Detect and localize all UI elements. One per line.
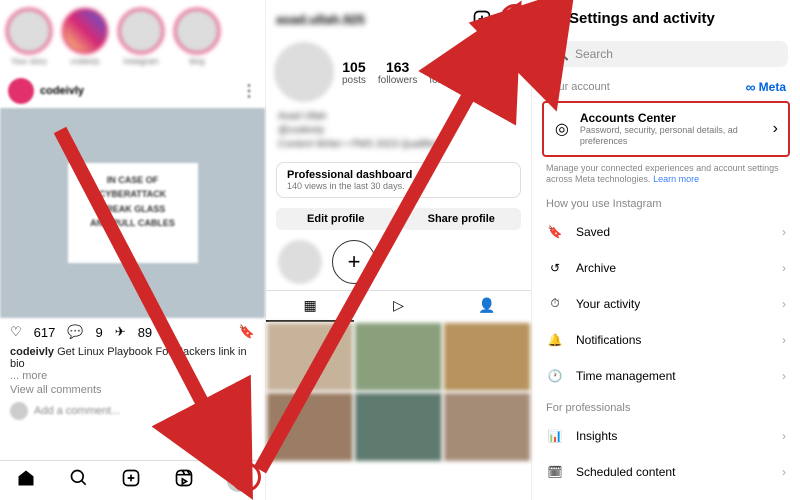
grid-tab-icon[interactable]: ▦ [266, 291, 354, 322]
avatar-small [10, 402, 28, 420]
post-more-icon[interactable]: ⋮ [241, 81, 257, 101]
section-professionals: For professionals [546, 402, 630, 414]
post-thumbnail[interactable] [266, 322, 354, 392]
saved-row[interactable]: 🔖Saved› [532, 214, 800, 250]
post-header: codeivly ⋮ [0, 74, 265, 108]
archive-icon: ↺ [546, 259, 564, 277]
chevron-right-icon: › [782, 333, 786, 347]
settings-panel: ← Settings and activity 🔍 Search Your ac… [532, 0, 800, 500]
calendar-icon: 🗓 [546, 463, 564, 481]
back-icon[interactable]: ← [544, 10, 559, 27]
add-comment-row[interactable]: Add a comment... [0, 398, 265, 424]
highlights-tray: + [266, 234, 531, 290]
meta-logo: ∞Meta [746, 79, 786, 95]
activity-row[interactable]: ⏱Your activity› [532, 286, 800, 322]
reels-tab-icon[interactable]: ▷ [354, 291, 442, 322]
chevron-right-icon: › [782, 429, 786, 443]
annotation-circle-profile [231, 462, 261, 492]
comment-count: 9 [96, 325, 103, 340]
bookmark-icon: 🔖 [546, 223, 564, 241]
post-thumbnail[interactable] [266, 392, 354, 462]
insights-row[interactable]: 📊Insights› [532, 418, 800, 454]
share-icon[interactable]: ✈ [115, 324, 126, 340]
bookmark-icon[interactable]: 🔖 [239, 324, 255, 340]
person-circle-icon: ◎ [554, 120, 570, 138]
post-thumbnail[interactable] [354, 392, 442, 462]
story-item[interactable]: Your story [6, 8, 52, 66]
stories-tray: Your story codeivly instagram bing [0, 0, 265, 74]
caption-more[interactable]: ... more [10, 370, 255, 382]
profile-grid-tabs: ▦ ▷ 👤 [266, 290, 531, 322]
search-icon: 🔍 [554, 47, 569, 61]
post-thumbnail[interactable] [443, 322, 531, 392]
highlight-item[interactable] [278, 240, 322, 284]
post-thumbnail[interactable] [354, 322, 442, 392]
feed-panel: Your story codeivly instagram bing codei… [0, 0, 266, 500]
archive-row[interactable]: ↺Archive› [532, 250, 800, 286]
chevron-right-icon: › [782, 369, 786, 383]
post-username[interactable]: codeivly [40, 85, 84, 97]
home-tab-icon[interactable] [16, 468, 36, 493]
annotation-circle-menu [500, 4, 530, 34]
settings-search[interactable]: 🔍 Search [544, 41, 788, 67]
settings-title: Settings and activity [569, 10, 715, 27]
post-paper-text: IN CASE OF CYBERATTACK BREAK GLASS AND P… [68, 163, 198, 263]
create-tab-icon[interactable] [121, 468, 141, 493]
profile-bio: Asad Ullah @codeivly Content Writer • PM… [266, 106, 531, 156]
post-actions: ♡ 617 💬 9 ✈ 89 🔖 [0, 318, 265, 346]
tagged-tab-icon[interactable]: 👤 [443, 291, 531, 322]
scheduled-row[interactable]: 🗓Scheduled content› [532, 454, 800, 490]
view-all-comments[interactable]: View all comments [0, 382, 265, 398]
learn-more-link[interactable]: Learn more [653, 174, 699, 184]
like-count: 617 [34, 325, 56, 340]
posts-grid [266, 322, 531, 462]
clock-icon: 🕐 [546, 367, 564, 385]
manage-text: Manage your connected experiences and ac… [532, 159, 800, 190]
section-how-use: How you use Instagram [546, 198, 662, 210]
accounts-center-row[interactable]: ◎ Accounts Center Password, security, pe… [542, 101, 790, 157]
create-icon[interactable] [471, 8, 493, 30]
chevron-right-icon: › [782, 225, 786, 239]
activity-icon: ⏱ [546, 295, 564, 313]
story-item[interactable]: codeivly [62, 8, 108, 66]
profile-avatar[interactable] [274, 42, 334, 102]
profile-panel: asad.ullah.925 105posts 163followers 52f… [266, 0, 532, 500]
share-count: 89 [138, 325, 152, 340]
chevron-right-icon: › [782, 465, 786, 479]
your-account-label: Your account [546, 81, 610, 93]
avatar[interactable] [8, 78, 34, 104]
profile-username[interactable]: asad.ullah.925 [276, 12, 465, 27]
story-item[interactable]: bing [174, 8, 220, 66]
chevron-right-icon: › [773, 120, 778, 138]
edit-profile-button[interactable]: Edit profile [276, 208, 396, 230]
following-stat[interactable]: 52following [429, 59, 468, 86]
bell-icon: 🔔 [546, 331, 564, 349]
posts-stat[interactable]: 105posts [342, 59, 366, 86]
chevron-right-icon: › [782, 261, 786, 275]
share-profile-button[interactable]: Share profile [402, 208, 522, 230]
highlight-add-button[interactable]: + [332, 240, 376, 284]
professional-dashboard[interactable]: Professional dashboard 140 views in the … [276, 162, 521, 198]
followers-stat[interactable]: 163followers [378, 59, 417, 86]
post-thumbnail[interactable] [443, 392, 531, 462]
chart-icon: 📊 [546, 427, 564, 445]
like-icon[interactable]: ♡ [10, 324, 22, 340]
story-item[interactable]: instagram [118, 8, 164, 66]
post-caption: codeivly Get Linux Playbook For Hackers … [0, 346, 265, 382]
bottom-tab-bar [0, 460, 265, 500]
notifications-row[interactable]: 🔔Notifications› [532, 322, 800, 358]
time-row[interactable]: 🕐Time management› [532, 358, 800, 394]
reels-tab-icon[interactable] [174, 468, 194, 493]
post-image[interactable]: IN CASE OF CYBERATTACK BREAK GLASS AND P… [0, 108, 265, 318]
comment-icon[interactable]: 💬 [67, 324, 83, 340]
search-tab-icon[interactable] [69, 468, 89, 493]
chevron-right-icon: › [782, 297, 786, 311]
